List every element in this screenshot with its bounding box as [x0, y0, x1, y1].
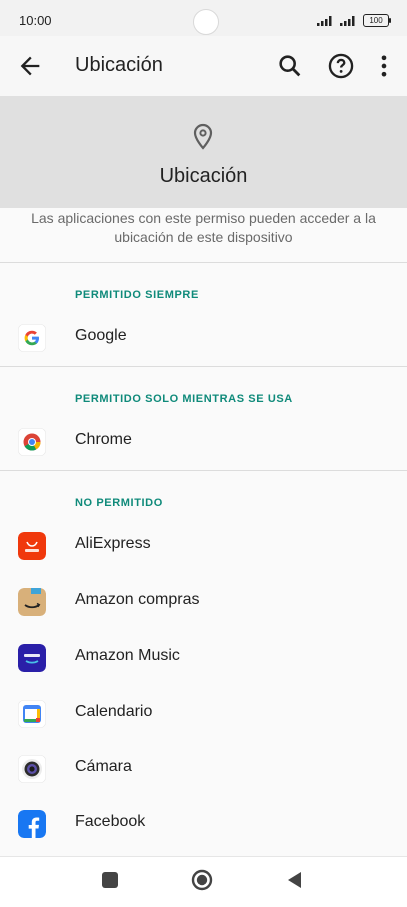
app-row-amazon-music[interactable]: Amazon Music: [0, 634, 407, 682]
location-header: Ubicación: [0, 96, 407, 208]
app-name: Amazon Music: [75, 647, 180, 664]
help-icon[interactable]: [327, 52, 355, 80]
app-row-calendario[interactable]: Calendario: [0, 690, 407, 738]
app-name: Google: [75, 327, 127, 344]
app-name: Facebook: [75, 813, 146, 830]
section-label-allowed-always: PERMITIDO SIEMPRE: [75, 289, 199, 301]
app-name: Amazon compras: [75, 591, 200, 608]
more-vert-icon[interactable]: [370, 52, 398, 80]
divider: [0, 470, 407, 471]
back-nav-icon[interactable]: [284, 869, 306, 891]
app-name: Calendario: [75, 703, 153, 720]
app-name: Cámara: [75, 758, 132, 775]
home-icon[interactable]: [191, 869, 213, 891]
header-title: Ubicación: [159, 165, 248, 187]
navigation-bar: [0, 856, 407, 907]
status-bar: 10:00 100: [0, 0, 407, 36]
signal-icon: [317, 16, 332, 26]
chrome-icon: [18, 428, 46, 456]
status-icons: 100: [317, 14, 391, 27]
amazon-music-icon: [18, 644, 46, 672]
app-row-facebook[interactable]: Facebook: [0, 800, 407, 848]
screen: 10:00 100 Ubicación Ubicación Las aplica…: [0, 0, 407, 907]
search-icon[interactable]: [276, 52, 304, 80]
section-label-allowed-in-use: PERMITIDO SOLO MIENTRAS SE USA: [75, 393, 293, 405]
facebook-icon: [18, 810, 46, 838]
app-name: AliExpress: [75, 535, 151, 552]
signal-icon: [340, 16, 355, 26]
arrow-left-icon[interactable]: [16, 52, 44, 80]
header-description: Las aplicaciones con este permiso pueden…: [31, 210, 376, 245]
page-title: Ubicación: [75, 54, 163, 76]
divider: [0, 262, 407, 263]
app-row-camara[interactable]: Cámara: [0, 745, 407, 793]
section-label-not-allowed: NO PERMITIDO: [75, 497, 163, 509]
battery-icon: 100: [363, 14, 391, 27]
app-row-chrome[interactable]: Chrome: [0, 418, 407, 466]
camera-app-icon: [18, 755, 46, 783]
status-time: 10:00: [19, 13, 52, 28]
recents-icon[interactable]: [99, 869, 121, 891]
app-row-amazon-compras[interactable]: Amazon compras: [0, 578, 407, 626]
app-row-google[interactable]: Google: [0, 314, 407, 362]
calendar-icon: [18, 700, 46, 728]
divider: [0, 366, 407, 367]
camera-cutout: [193, 9, 219, 35]
amazon-shopping-icon: [18, 588, 46, 616]
google-icon: [18, 324, 46, 352]
location-pin-icon: [193, 123, 213, 150]
app-name: Chrome: [75, 431, 132, 448]
app-row-aliexpress[interactable]: AliExpress: [0, 522, 407, 570]
app-bar: Ubicación: [0, 36, 407, 96]
aliexpress-icon: [18, 532, 46, 560]
